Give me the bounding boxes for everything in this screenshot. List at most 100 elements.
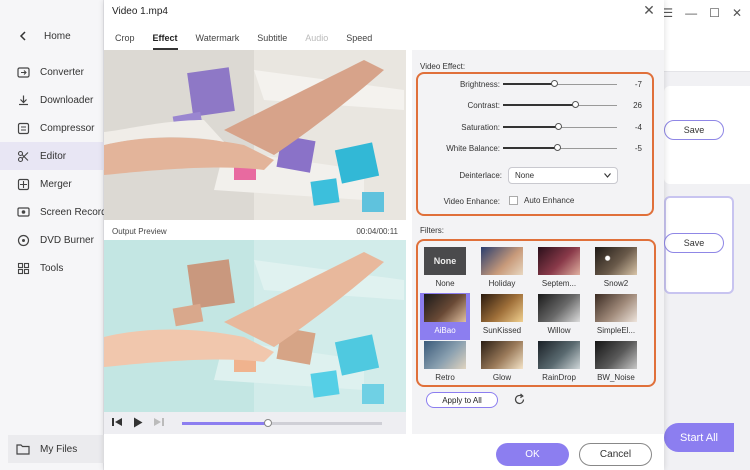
slider-value: -4 <box>634 123 642 132</box>
menu-icon[interactable]: ☰ <box>662 6 673 20</box>
deinterlace-value: None <box>515 171 535 180</box>
slider-track[interactable] <box>503 123 617 130</box>
compressor-icon <box>16 121 30 135</box>
slider-track[interactable] <box>503 144 617 151</box>
converter-icon <box>16 65 30 79</box>
play-icon[interactable] <box>133 417 143 430</box>
filter-label: Snow2 <box>603 279 629 288</box>
filter-label: Willow <box>547 326 571 335</box>
sidebar-my-files[interactable]: My Files <box>8 435 104 463</box>
timecode: 00:04/00:11 <box>356 226 398 236</box>
background-task-card: Save <box>664 196 734 294</box>
filter-september[interactable]: Septem... <box>534 246 584 293</box>
window-close-icon[interactable]: ✕ <box>732 6 742 20</box>
tab-watermark[interactable]: Watermark <box>196 32 240 50</box>
auto-enhance-checkbox[interactable] <box>509 196 518 205</box>
filter-snow2[interactable]: Snow2 <box>591 246 641 293</box>
sidebar-item-converter[interactable]: Converter <box>0 58 104 86</box>
ok-button[interactable]: OK <box>496 443 569 466</box>
video-enhance-label: Video Enhance: <box>443 197 500 206</box>
tab-crop[interactable]: Crop <box>115 32 135 50</box>
sidebar-item-editor[interactable]: Editor <box>0 142 104 170</box>
apply-to-all-button[interactable]: Apply to All <box>426 392 498 408</box>
save-button[interactable]: Save <box>664 233 724 253</box>
start-all-button[interactable]: Start All <box>664 423 734 452</box>
playback-handle[interactable] <box>264 418 272 427</box>
auto-enhance-option[interactable]: Auto Enhance <box>509 196 574 205</box>
filter-label: SimpleEl... <box>596 326 636 335</box>
filter-glow[interactable]: Glow <box>477 340 527 387</box>
close-icon[interactable]: ✕ <box>642 3 656 17</box>
sidebar-item-label: Tools <box>40 262 64 274</box>
sidebar-nav: Converter Downloader Compressor Editor M… <box>0 58 104 282</box>
slider-handle[interactable] <box>554 123 562 130</box>
slider-fill <box>503 126 558 128</box>
slider-handle[interactable] <box>571 101 579 108</box>
chevron-left-icon <box>16 29 30 43</box>
filters-grid: None None Holiday Septem... Snow2 AiBao <box>420 246 644 387</box>
slider-track[interactable] <box>503 101 617 108</box>
slider-label: White Balance: <box>446 144 500 153</box>
tab-effect[interactable]: Effect <box>152 32 178 50</box>
filter-retro[interactable]: Retro <box>420 340 470 387</box>
sidebar-item-screen-recorder[interactable]: Screen Recorder <box>0 198 104 226</box>
filter-holiday[interactable]: Holiday <box>477 246 527 293</box>
maximize-icon[interactable]: ☐ <box>709 6 720 20</box>
original-video-image <box>104 50 406 220</box>
next-frame-icon[interactable] <box>153 417 164 429</box>
slider-handle[interactable] <box>551 80 559 87</box>
previous-frame-icon[interactable] <box>112 417 123 429</box>
sidebar-item-dvd-burner[interactable]: DVD Burner <box>0 226 104 254</box>
filter-simple-elegant[interactable]: SimpleEl... <box>591 293 641 340</box>
output-preview-image <box>104 240 406 412</box>
tab-audio: Audio <box>305 33 329 43</box>
filter-label: Holiday <box>488 279 516 288</box>
folder-icon <box>16 442 30 456</box>
sidebar-item-tools[interactable]: Tools <box>0 254 104 282</box>
slider-handle[interactable] <box>553 144 561 151</box>
filter-sunkissed[interactable]: SunKissed <box>477 293 527 340</box>
slider-fill <box>503 104 575 106</box>
cancel-button[interactable]: Cancel <box>579 443 652 466</box>
white-balance-slider: White Balance: -5 <box>412 142 662 156</box>
filter-label: Septem... <box>541 279 577 288</box>
filter-label: BW_Noise <box>597 373 635 382</box>
deinterlace-label: Deinterlace: <box>459 171 502 180</box>
sidebar-item-downloader[interactable]: Downloader <box>0 86 104 114</box>
filter-aibao[interactable]: AiBao <box>420 293 470 340</box>
filter-none[interactable]: None None <box>420 246 470 293</box>
sidebar-home-label: Home <box>44 30 71 42</box>
sidebar-item-compressor[interactable]: Compressor <box>0 114 104 142</box>
save-button[interactable]: Save <box>664 120 724 140</box>
window-controls: ☰ — ☐ ✕ <box>662 6 742 20</box>
playback-progress <box>182 421 268 425</box>
minimize-icon[interactable]: — <box>685 6 697 20</box>
slider-track[interactable] <box>503 80 617 87</box>
filter-bw-noise[interactable]: BW_Noise <box>591 340 641 387</box>
sidebar-home[interactable]: Home <box>16 29 71 43</box>
tab-speed[interactable]: Speed <box>346 32 372 50</box>
filter-thumbnail-text: None <box>433 256 457 266</box>
downloader-icon <box>16 93 30 107</box>
slider-label: Contrast: <box>467 101 500 110</box>
filter-willow[interactable]: Willow <box>534 293 584 340</box>
sidebar-item-label: Downloader <box>40 94 94 106</box>
dvd-burner-icon <box>16 233 30 247</box>
editor-icon <box>16 149 30 163</box>
refresh-icon[interactable] <box>513 393 526 408</box>
playback-timeline[interactable] <box>182 418 382 427</box>
slider-value: -5 <box>634 144 642 153</box>
tab-subtitle[interactable]: Subtitle <box>257 32 287 50</box>
deinterlace-select[interactable]: None <box>508 167 618 184</box>
slider-label: Brightness: <box>459 80 500 89</box>
chevron-down-icon <box>604 171 611 180</box>
slider-label: Saturation: <box>461 123 500 132</box>
filter-raindrop[interactable]: RainDrop <box>534 340 584 387</box>
output-preview-video <box>104 240 406 412</box>
sidebar-item-merger[interactable]: Merger <box>0 170 104 198</box>
filter-thumbnail: None <box>424 247 466 275</box>
filter-thumbnail <box>481 294 523 322</box>
slider-fill <box>503 147 557 149</box>
filters-label: Filters: <box>420 226 444 235</box>
sidebar-item-label: Editor <box>40 150 67 162</box>
